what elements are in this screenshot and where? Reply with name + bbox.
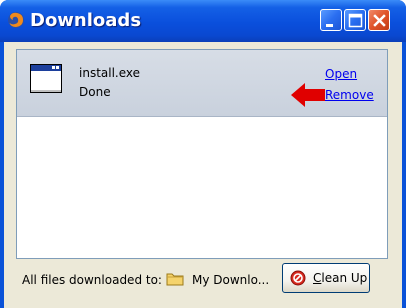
application-window-icon xyxy=(30,64,62,93)
open-link[interactable]: Open xyxy=(325,67,357,81)
clean-up-label: Clean Up xyxy=(313,271,368,285)
close-button[interactable] xyxy=(368,9,390,31)
cleanup-icon xyxy=(290,270,306,286)
window-client-area: install.exe Done Open Remove All files d… xyxy=(4,42,402,308)
remove-link[interactable]: Remove xyxy=(325,88,374,102)
minimize-button[interactable] xyxy=(320,9,342,31)
folder-icon xyxy=(166,273,184,286)
download-status: Done xyxy=(79,85,111,99)
close-icon xyxy=(373,14,386,27)
minimize-icon xyxy=(326,24,333,27)
window-title: Downloads xyxy=(30,10,142,31)
title-bar[interactable]: Downloads xyxy=(0,0,406,42)
downloads-window: Downloads install.exe Done Open Remove A… xyxy=(0,0,406,308)
file-name: install.exe xyxy=(79,66,141,80)
download-location-label: All files downloaded to: xyxy=(22,273,162,287)
maximize-button[interactable] xyxy=(344,9,366,31)
downloads-list[interactable]: install.exe Done Open Remove xyxy=(16,49,388,259)
download-item[interactable]: install.exe Done Open Remove xyxy=(17,50,387,117)
download-folder-name[interactable]: My Downlo... xyxy=(192,273,269,287)
maximize-icon xyxy=(348,13,363,28)
clean-up-button[interactable]: Clean Up xyxy=(282,263,370,293)
firefox-icon xyxy=(8,12,24,28)
red-arrow-icon xyxy=(291,83,325,107)
